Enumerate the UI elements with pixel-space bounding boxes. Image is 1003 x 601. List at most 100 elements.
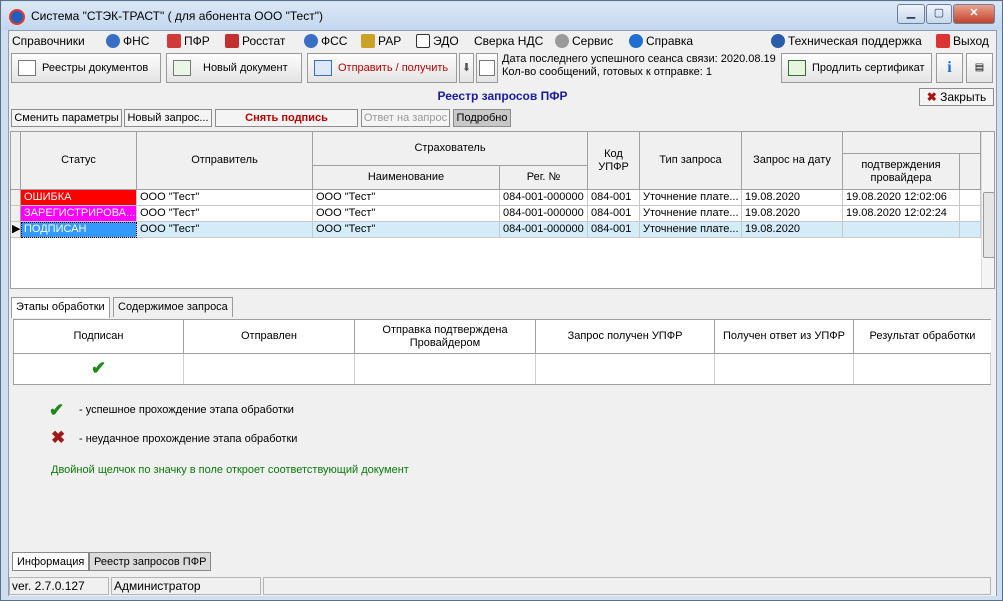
window-title: Система "СТЭК-ТРАСТ" ( для абонента ООО …	[31, 9, 323, 23]
menu-label: Сверка НДС	[474, 34, 544, 48]
cell-date[interactable]: 19.08.2020	[742, 222, 843, 238]
cell-name[interactable]: ООО "Тест"	[313, 222, 500, 238]
insurer-name-header[interactable]: Наименование	[313, 166, 500, 190]
stage-cell[interactable]: ✔	[14, 354, 184, 384]
menu-item-exit[interactable]: Выход	[936, 34, 989, 48]
cell-reg[interactable]: 084-001-000000	[500, 206, 588, 222]
row-indicator[interactable]: ▶	[11, 222, 21, 238]
row-indicator[interactable]	[11, 190, 21, 206]
info-icon[interactable]: i	[936, 53, 963, 83]
bottom-tabs: Информация Реестр запросов ПФР	[10, 551, 995, 573]
stage-cell[interactable]	[184, 354, 355, 384]
menu-item-edo[interactable]: ЭДО	[416, 34, 459, 48]
document-list-icon	[18, 60, 36, 76]
cell-name[interactable]: ООО "Тест"	[313, 190, 500, 206]
close-panel-button[interactable]: ✖ Закрыть	[919, 88, 994, 106]
provider-group-header	[843, 132, 981, 154]
check-icon[interactable]: ✔	[91, 358, 106, 378]
cell-status[interactable]: ПОДПИСАН	[21, 222, 137, 238]
close-window-button[interactable]: ✕	[953, 4, 995, 24]
cell-type[interactable]: Уточнение плате...	[640, 222, 742, 238]
menu-item-directories[interactable]: Справочники	[12, 34, 85, 48]
reg-number-header[interactable]: Рег. №	[500, 166, 588, 190]
menu-item-fns[interactable]: ФНС	[106, 34, 149, 48]
new-document-button[interactable]: Новый документ	[166, 53, 302, 83]
cell-extra[interactable]	[960, 222, 981, 238]
cell-sender[interactable]: ООО "Тест"	[137, 206, 313, 222]
app-window: Система "СТЭК-ТРАСТ" ( для абонента ООО …	[0, 0, 1003, 601]
reply-button[interactable]: Ответ на запрос	[361, 109, 450, 127]
cell-name[interactable]: ООО "Тест"	[313, 206, 500, 222]
new-request-button[interactable]: Новый запрос...	[124, 109, 212, 127]
menu-item-pfr[interactable]: ПФР	[167, 34, 210, 48]
cell-code[interactable]: 084-001	[588, 206, 640, 222]
cell-code[interactable]: 084-001	[588, 222, 640, 238]
menu-item-support[interactable]: Техническая поддержка	[771, 34, 922, 48]
cell-code[interactable]: 084-001	[588, 190, 640, 206]
legend-success: - успешное прохождение этапа обработки	[79, 404, 294, 416]
fss-icon	[304, 34, 318, 48]
certificate-icon	[788, 60, 806, 76]
cell-status[interactable]: ЗАРЕГИСТРИРОВА...	[21, 206, 137, 222]
maximize-button[interactable]: ▢	[926, 4, 952, 24]
request-type-header[interactable]: Тип запроса	[640, 132, 742, 190]
cell-type[interactable]: Уточнение плате...	[640, 206, 742, 222]
cell-reg[interactable]: 084-001-000000	[500, 190, 588, 206]
cell-sender[interactable]: ООО "Тест"	[137, 190, 313, 206]
stage-cell[interactable]	[854, 354, 991, 384]
sender-header[interactable]: Отправитель	[137, 132, 313, 190]
menu-item-service[interactable]: Сервис	[555, 34, 613, 48]
edo-icon	[416, 34, 430, 48]
details-toggle-button[interactable]: Подробно	[453, 109, 511, 127]
status-header[interactable]: Статус	[21, 132, 137, 190]
row-indicator[interactable]	[11, 206, 21, 222]
cell-type[interactable]: Уточнение плате...	[640, 190, 742, 206]
tab-request-content[interactable]: Содержимое запроса	[113, 297, 233, 317]
tab-pfr-registry[interactable]: Реестр запросов ПФР	[89, 552, 212, 571]
send-receive-button[interactable]: Отправить / получить	[307, 53, 457, 83]
cell-confirm[interactable]: 19.08.2020 12:02:24	[843, 206, 960, 222]
cell-date[interactable]: 19.08.2020	[742, 190, 843, 206]
tab-processing-stages[interactable]: Этапы обработки	[11, 297, 110, 318]
registries-label: Реестры документов	[42, 62, 149, 74]
registries-button[interactable]: Реестры документов	[11, 53, 161, 83]
cell-extra[interactable]	[960, 206, 981, 222]
cell-confirm[interactable]: 19.08.2020 12:02:06	[843, 190, 960, 206]
cell-sender[interactable]: ООО "Тест"	[137, 222, 313, 238]
stage-cell[interactable]	[355, 354, 536, 384]
user-label: Администратор	[111, 577, 261, 595]
menu-label: ПФР	[184, 34, 210, 48]
globe-icon	[771, 34, 785, 48]
cell-extra[interactable]	[960, 190, 981, 206]
cell-confirm[interactable]	[843, 222, 960, 238]
minimize-button[interactable]: ▁	[897, 4, 925, 24]
send-dropdown-arrow-icon[interactable]: ⬇	[459, 53, 474, 83]
change-params-button[interactable]: Сменить параметры	[11, 109, 122, 127]
session-info-button[interactable]	[476, 53, 498, 83]
cell-status[interactable]: ОШИБКА	[21, 190, 137, 206]
menu-label: Техническая поддержка	[788, 34, 922, 48]
stage-cell[interactable]	[715, 354, 854, 384]
detail-tabs: Этапы обработки Содержимое запроса	[9, 297, 996, 318]
menu-label: Росстат	[242, 34, 286, 48]
renew-certificate-button[interactable]: Продлить сертификат	[781, 53, 932, 83]
tab-information[interactable]: Информация	[12, 552, 90, 571]
upfr-code-header[interactable]: Код УПФР	[588, 132, 640, 190]
menu-item-help[interactable]: Справка	[629, 34, 693, 48]
provider-confirm-header[interactable]: подтверждения провайдера	[843, 154, 960, 190]
stage-header: Получен ответ из УПФР	[715, 320, 854, 354]
report-icon[interactable]: ▤	[966, 53, 993, 83]
request-date-header[interactable]: Запрос на дату	[742, 132, 843, 190]
stage-header: Подписан	[14, 320, 184, 354]
vertical-scroll-thumb[interactable]	[983, 192, 994, 258]
vertical-scrollbar[interactable]	[981, 132, 994, 288]
cell-date[interactable]: 19.08.2020	[742, 206, 843, 222]
menu-item-fss[interactable]: ФСС	[304, 34, 347, 48]
cell-reg[interactable]: 084-001-000000	[500, 222, 588, 238]
menu-item-rar[interactable]: РАР	[361, 34, 401, 48]
remove-signature-button[interactable]: Снять подпись	[215, 109, 358, 127]
menu-item-rosstat[interactable]: Росстат	[225, 34, 285, 48]
menu-item-vat-reconcile[interactable]: Сверка НДС	[474, 34, 543, 48]
new-document-icon	[173, 60, 191, 76]
stage-cell[interactable]	[536, 354, 715, 384]
